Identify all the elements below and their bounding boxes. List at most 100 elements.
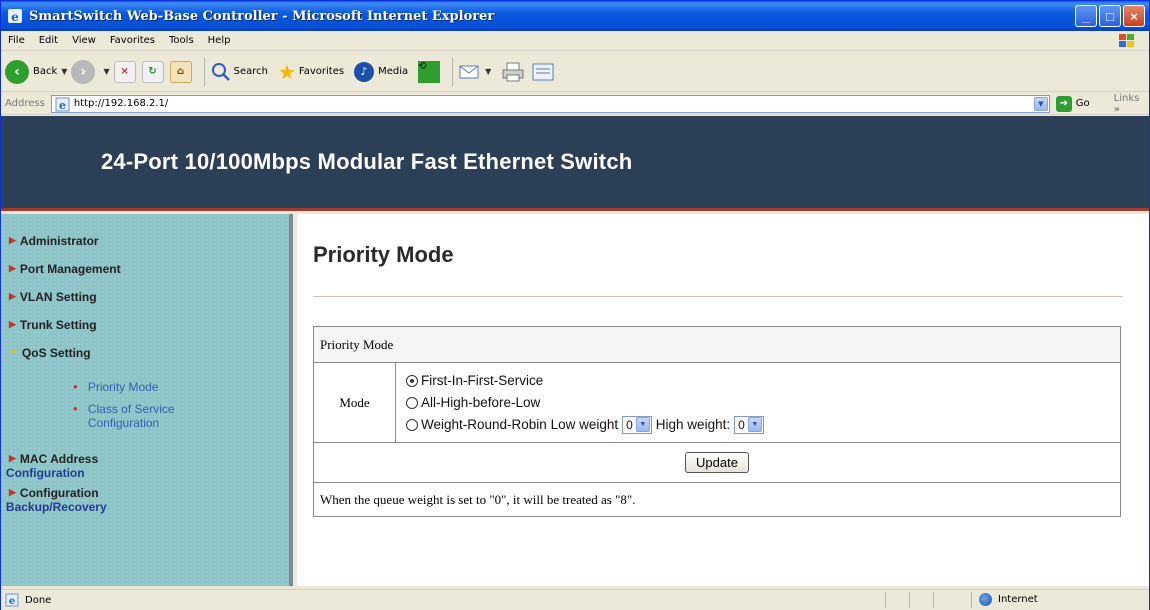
- svg-text:e: e: [59, 99, 66, 112]
- status-divider: [933, 592, 934, 608]
- browser-window: e SmartSwitch Web-Base Controller - Micr…: [0, 0, 1150, 610]
- option-wrr[interactable]: Weight-Round-Robin Low weight 0 ▼ High w…: [406, 414, 1120, 436]
- menu-tools[interactable]: Tools: [162, 35, 201, 46]
- media-icon: ♪: [354, 61, 375, 82]
- go-label: Go: [1075, 98, 1090, 109]
- nav-sub-class-of-service[interactable]: ● Class of Service Configuration: [73, 402, 175, 430]
- nav-sub-priority-mode[interactable]: ● Priority Mode: [73, 380, 159, 394]
- menu-edit[interactable]: Edit: [32, 35, 65, 46]
- edit-icon[interactable]: [531, 61, 555, 83]
- menu-help[interactable]: Help: [201, 35, 238, 46]
- update-button[interactable]: Update: [685, 452, 749, 473]
- status-text: Done: [25, 594, 52, 606]
- search-button[interactable]: Search: [211, 62, 268, 82]
- radio-fifs[interactable]: [406, 374, 418, 387]
- forward-dropdown-icon[interactable]: ▼: [103, 67, 109, 76]
- option-all-high-before-low[interactable]: All-High-before-Low: [406, 392, 1120, 414]
- table-header: Priority Mode: [313, 326, 1121, 363]
- zone-label: Internet: [998, 594, 1038, 605]
- forward-button[interactable]: › ▼: [71, 59, 110, 84]
- menu-file[interactable]: File: [1, 35, 32, 46]
- media-label: Media: [378, 66, 409, 77]
- left-nav: ▶ Administrator ▶ Port Management ▶ VLAN…: [1, 214, 293, 586]
- globe-icon: [979, 593, 992, 606]
- links-label[interactable]: Links »: [1114, 93, 1149, 115]
- status-bar: e Done Internet: [1, 589, 1149, 610]
- svg-text:e: e: [11, 10, 19, 24]
- address-dropdown-icon[interactable]: ▼: [1033, 96, 1048, 111]
- favorites-label: Favorites: [298, 66, 345, 77]
- nav-item-label: VLAN Setting: [19, 290, 97, 304]
- nav-item-port-management[interactable]: ▶ Port Management: [9, 262, 121, 276]
- nav-item-label: Backup/Recovery: [5, 500, 107, 514]
- nav-item-mac-address[interactable]: ▶ MAC Address Configuration: [6, 452, 99, 480]
- history-icon[interactable]: ⟲: [418, 60, 441, 83]
- toolbar-separator: [203, 57, 205, 86]
- low-weight-select[interactable]: 0 ▼: [622, 415, 652, 434]
- nav-item-label: MAC Address: [19, 452, 99, 466]
- nav-sub-label: Configuration: [87, 416, 160, 430]
- address-input[interactable]: e http://192.168.2.1/ ▼: [50, 94, 1050, 113]
- mail-icon: [459, 65, 479, 78]
- menu-view[interactable]: View: [65, 35, 103, 46]
- back-dropdown-icon[interactable]: ▼: [61, 67, 67, 76]
- nav-sub-label: Class of Service: [87, 402, 175, 416]
- back-label: Back: [33, 66, 58, 77]
- nav-item-label-group: Configuration Backup/Recovery: [6, 486, 107, 514]
- button-row: Update: [313, 442, 1121, 483]
- ie-icon: e: [8, 9, 22, 24]
- nav-sub-label: Priority Mode: [87, 380, 159, 394]
- nav-item-label: Administrator: [19, 234, 99, 248]
- refresh-icon[interactable]: ↻: [141, 60, 164, 83]
- option-fifs[interactable]: First-In-First-Service: [406, 370, 1120, 392]
- go-button[interactable]: ➔ Go: [1055, 95, 1090, 112]
- minimize-button[interactable]: _: [1075, 5, 1097, 27]
- nav-item-label-group: MAC Address Configuration: [6, 452, 99, 480]
- maximize-button[interactable]: □: [1099, 5, 1121, 27]
- page-banner: 24-Port 10/100Mbps Modular Fast Ethernet…: [1, 116, 1149, 211]
- window-title: SmartSwitch Web-Base Controller - Micros…: [29, 8, 495, 24]
- back-arrow-icon: ‹: [5, 59, 29, 84]
- close-button[interactable]: ×: [1123, 5, 1145, 27]
- nav-item-label: QoS Setting: [21, 346, 91, 360]
- main-content: Priority Mode Priority Mode Mode First-I…: [297, 214, 1149, 586]
- option-label: First-In-First-Service: [421, 373, 544, 388]
- toolbar-separator: [452, 57, 454, 86]
- mail-dropdown-icon[interactable]: ▼: [485, 67, 491, 76]
- arrow-down-icon: ▼: [9, 347, 18, 357]
- forward-arrow-icon: ›: [71, 59, 96, 84]
- media-button[interactable]: ♪ Media: [354, 61, 409, 82]
- nav-item-vlan-setting[interactable]: ▶ VLAN Setting: [9, 290, 97, 304]
- nav-item-qos-setting[interactable]: ▼ QoS Setting: [9, 346, 91, 360]
- status-divider: [971, 592, 972, 608]
- search-icon: [211, 62, 230, 81]
- high-weight-select[interactable]: 0 ▼: [734, 415, 764, 434]
- radio-all-high-before-low[interactable]: [406, 396, 418, 409]
- nav-item-administrator[interactable]: ▶ Administrator: [9, 234, 99, 248]
- go-arrow-icon: ➔: [1055, 95, 1072, 112]
- status-left: e Done: [5, 593, 51, 607]
- nav-sub-label-group: Class of Service Configuration: [88, 402, 175, 430]
- favorites-button[interactable]: ★ Favorites: [278, 60, 344, 84]
- nav-item-configuration[interactable]: ▶ Configuration Backup/Recovery: [6, 486, 107, 514]
- high-weight-value: 0: [738, 417, 745, 432]
- mail-button[interactable]: ▼: [459, 63, 491, 81]
- print-icon[interactable]: [501, 61, 525, 83]
- nav-item-label: Trunk Setting: [19, 318, 97, 332]
- page-title: Priority Mode: [313, 242, 454, 267]
- nav-item-label: Configuration: [19, 486, 99, 500]
- option-label: All-High-before-Low: [421, 395, 541, 410]
- menu-favorites[interactable]: Favorites: [103, 35, 162, 46]
- mode-label: Mode: [313, 362, 396, 443]
- stop-icon[interactable]: ×: [113, 60, 136, 83]
- nav-item-trunk-setting[interactable]: ▶ Trunk Setting: [9, 318, 97, 332]
- svg-text:e: e: [9, 596, 15, 607]
- radio-wrr[interactable]: [406, 418, 418, 431]
- chevron-down-icon: ▼: [635, 417, 650, 432]
- divider: [313, 296, 1123, 298]
- back-button[interactable]: ‹ Back ▼: [5, 59, 67, 84]
- home-icon[interactable]: ⌂: [169, 60, 192, 83]
- windows-logo-icon: [1119, 34, 1134, 47]
- address-url: http://192.168.2.1/: [73, 98, 169, 109]
- bullet-icon: ●: [73, 404, 78, 413]
